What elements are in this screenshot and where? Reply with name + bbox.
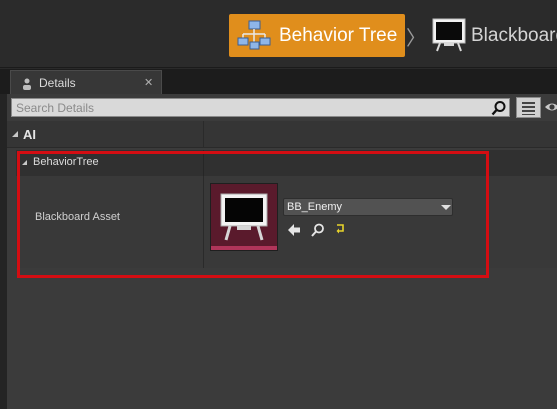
view-options-button[interactable] xyxy=(516,97,541,118)
column-divider[interactable] xyxy=(203,121,204,148)
blackboard-mode-button[interactable]: Blackboard xyxy=(430,14,557,57)
behavior-tree-label: Behavior Tree xyxy=(279,25,398,46)
panel-left-edge xyxy=(0,94,7,409)
category-ai[interactable]: AI xyxy=(7,121,557,148)
behavior-tree-icon xyxy=(237,20,271,50)
category-ai-label: AI xyxy=(23,127,36,142)
behavior-tree-mode-button[interactable]: Behavior Tree xyxy=(229,14,405,57)
details-icon xyxy=(23,78,31,90)
tab-details[interactable]: Details ✕ xyxy=(10,70,162,95)
close-icon[interactable]: ✕ xyxy=(144,76,153,89)
blackboard-icon xyxy=(432,18,466,52)
breadcrumb-separator: 〉 xyxy=(406,28,426,50)
search-box[interactable] xyxy=(11,98,510,117)
expand-arrow-icon[interactable] xyxy=(12,131,18,137)
mode-toolbar: Behavior Tree 〉 Blackboard xyxy=(0,0,557,68)
search-icon[interactable] xyxy=(491,100,507,116)
list-view-icon xyxy=(522,102,535,115)
highlight-box xyxy=(17,151,489,278)
search-input[interactable] xyxy=(12,99,482,116)
tab-details-label: Details xyxy=(39,76,76,90)
blackboard-label: Blackboard xyxy=(471,25,557,46)
eye-icon[interactable] xyxy=(545,100,557,114)
